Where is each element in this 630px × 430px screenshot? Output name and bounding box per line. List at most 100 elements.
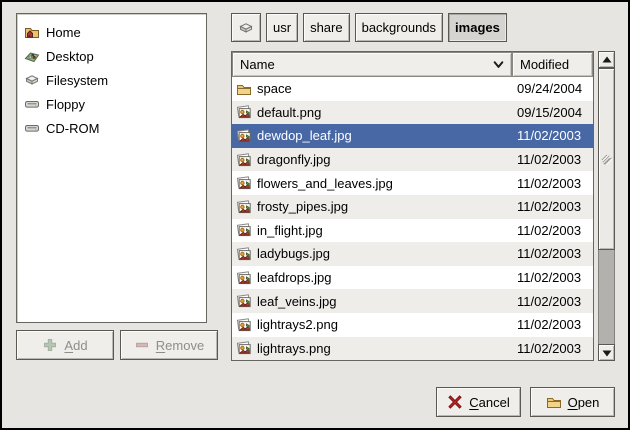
file-row[interactable]: ladybugs.jpg11/02/2003 <box>232 242 593 266</box>
file-row[interactable]: lightrays2.png11/02/2003 <box>232 313 593 337</box>
file-modified: 11/02/2003 <box>517 176 593 191</box>
breadcrumb: usr share backgrounds images <box>231 13 615 42</box>
filesystem-icon <box>24 72 40 88</box>
file-row[interactable]: frosty_pipes.jpg11/02/2003 <box>232 195 593 219</box>
breadcrumb-label: images <box>455 20 500 35</box>
file-modified: 11/02/2003 <box>517 341 593 356</box>
image-file-icon <box>236 270 252 286</box>
image-file-icon <box>236 246 252 262</box>
remove-button-label: Remove <box>156 338 204 353</box>
arrow-up-icon <box>599 52 615 68</box>
file-row[interactable]: flowers_and_leaves.jpg11/02/2003 <box>232 171 593 195</box>
breadcrumb-usr[interactable]: usr <box>266 13 298 42</box>
column-header-modified[interactable]: Modified <box>512 52 593 77</box>
breadcrumb-root-button[interactable] <box>231 13 261 42</box>
file-name: default.png <box>257 105 517 120</box>
remove-button[interactable]: Remove <box>120 330 218 360</box>
image-file-icon <box>236 199 252 215</box>
image-file-icon <box>236 104 252 120</box>
breadcrumb-label: backgrounds <box>362 20 436 35</box>
image-file-icon <box>236 128 252 144</box>
image-file-icon <box>236 175 252 191</box>
sidebar-item-home[interactable]: Home <box>17 20 206 44</box>
cancel-button-label: Cancel <box>469 395 509 410</box>
cancel-button[interactable]: Cancel <box>436 387 521 417</box>
file-name: lightrays.png <box>257 341 517 356</box>
breadcrumb-backgrounds[interactable]: backgrounds <box>355 13 443 42</box>
sidebar-item-cd-rom[interactable]: CD-ROM <box>17 116 206 140</box>
file-name: ladybugs.jpg <box>257 246 517 261</box>
image-file-icon <box>236 317 252 333</box>
sidebar-item-label: Filesystem <box>46 73 108 88</box>
scrollbar-thumb[interactable] <box>598 68 615 250</box>
cdrom-drive-icon <box>24 120 40 136</box>
file-list: Name Modified space09/24/2004default.png… <box>231 51 594 361</box>
file-row[interactable]: default.png09/15/2004 <box>232 101 593 125</box>
scroll-down-button[interactable] <box>598 344 615 361</box>
column-header-modified-label: Modified <box>520 57 569 72</box>
file-row[interactable]: dragonfly.jpg11/02/2003 <box>232 148 593 172</box>
image-file-icon <box>236 340 252 356</box>
dialog-body: Home Desktop Filesystem Floppy CD-ROM Add Re… <box>16 13 615 361</box>
scroll-up-button[interactable] <box>598 51 615 68</box>
breadcrumb-label: share <box>310 20 343 35</box>
file-modified: 11/02/2003 <box>517 246 593 261</box>
file-name: dragonfly.jpg <box>257 152 517 167</box>
sidebar-item-filesystem[interactable]: Filesystem <box>17 68 206 92</box>
places-list: Home Desktop Filesystem Floppy CD-ROM <box>16 13 207 323</box>
list-header: Name Modified <box>232 52 593 77</box>
add-button[interactable]: Add <box>16 330 114 360</box>
cancel-x-icon <box>447 394 463 410</box>
file-row[interactable]: in_flight.jpg11/02/2003 <box>232 219 593 243</box>
file-row[interactable]: lightrays.png11/02/2003 <box>232 337 593 360</box>
file-name: space <box>257 81 517 96</box>
file-name: lightrays2.png <box>257 317 517 332</box>
file-modified: 11/02/2003 <box>517 270 593 285</box>
open-button-label: Open <box>568 395 600 410</box>
open-button[interactable]: Open <box>530 387 615 417</box>
file-modified: 09/24/2004 <box>517 81 593 96</box>
vertical-scrollbar <box>598 51 615 361</box>
file-name: leafdrops.jpg <box>257 270 517 285</box>
breadcrumb-share[interactable]: share <box>303 13 350 42</box>
file-modified: 11/02/2003 <box>517 128 593 143</box>
file-row[interactable]: space09/24/2004 <box>232 77 593 101</box>
breadcrumb-label: usr <box>273 20 291 35</box>
file-name: dewdop_leaf.jpg <box>257 128 517 143</box>
file-row[interactable]: dewdop_leaf.jpg11/02/2003 <box>232 124 593 148</box>
add-plus-icon <box>42 337 58 353</box>
places-actions: Add Remove <box>16 330 218 360</box>
file-row[interactable]: leaf_veins.jpg11/02/2003 <box>232 289 593 313</box>
image-file-icon <box>236 222 252 238</box>
sidebar-item-floppy[interactable]: Floppy <box>17 92 206 116</box>
file-name: leaf_veins.jpg <box>257 294 517 309</box>
filesystem-icon <box>238 20 254 36</box>
file-modified: 09/15/2004 <box>517 105 593 120</box>
file-name: flowers_and_leaves.jpg <box>257 176 517 191</box>
arrow-down-icon <box>599 345 615 361</box>
file-list-area: Name Modified space09/24/2004default.png… <box>231 51 615 361</box>
file-chooser-dialog: Home Desktop Filesystem Floppy CD-ROM Add Re… <box>0 0 630 430</box>
thumb-grip-icon <box>601 154 612 165</box>
add-button-label: Add <box>64 338 87 353</box>
file-rows: space09/24/2004default.png09/15/2004dewd… <box>232 77 593 360</box>
sidebar-item-label: CD-ROM <box>46 121 99 136</box>
column-header-name[interactable]: Name <box>232 52 512 77</box>
sort-chevron-down-icon <box>493 59 504 70</box>
file-modified: 11/02/2003 <box>517 317 593 332</box>
folder-icon <box>236 81 252 97</box>
places-pane: Home Desktop Filesystem Floppy CD-ROM Add Re… <box>16 13 218 361</box>
image-file-icon <box>236 293 252 309</box>
sidebar-item-label: Desktop <box>46 49 94 64</box>
breadcrumb-images[interactable]: images <box>448 13 507 42</box>
file-row[interactable]: leafdrops.jpg11/02/2003 <box>232 266 593 290</box>
scrollbar-track[interactable] <box>598 68 615 344</box>
floppy-drive-icon <box>24 96 40 112</box>
files-pane: usrsharebackgroundsimages Name Modified … <box>231 13 615 361</box>
sidebar-item-label: Home <box>46 25 81 40</box>
sidebar-item-label: Floppy <box>46 97 85 112</box>
remove-minus-icon <box>134 337 150 353</box>
sidebar-item-desktop[interactable]: Desktop <box>17 44 206 68</box>
dialog-actions: Cancel Open <box>16 387 615 417</box>
file-modified: 11/02/2003 <box>517 223 593 238</box>
